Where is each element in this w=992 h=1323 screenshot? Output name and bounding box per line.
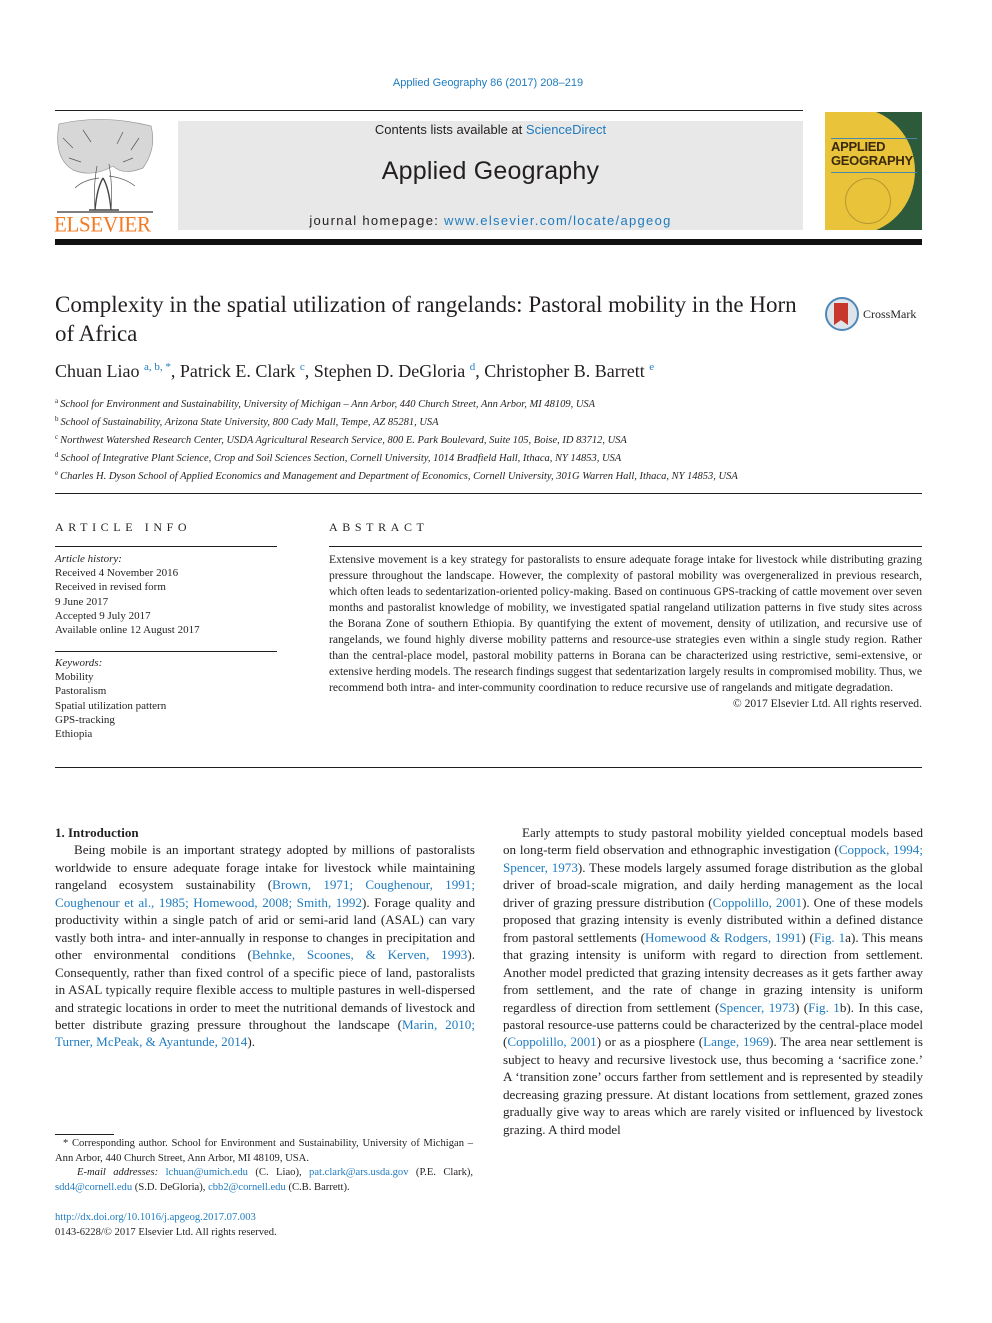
article-history-label: Article history: (55, 553, 122, 565)
keyword-item: GPS-tracking (55, 713, 115, 726)
header-thick-rule (55, 239, 922, 245)
citation-link[interactable]: Marin, 2010; Turner, McPeak, & Ayantunde… (55, 1017, 475, 1049)
homepage-prefix: journal homepage: (309, 213, 445, 228)
email-link[interactable]: cbb2@cornell.edu (208, 1182, 286, 1193)
section-heading-introduction: 1. Introduction (55, 825, 139, 840)
journal-citation-link[interactable]: Applied Geography 86 (2017) 208–219 (0, 77, 976, 89)
crossmark-label: CrossMark (863, 307, 917, 321)
affiliation-item: b School of Sustainability, Arizona State… (55, 415, 439, 428)
corresponding-author-note: * Corresponding author. School for Envir… (55, 1138, 473, 1164)
footnotes: * Corresponding author. School for Envir… (55, 1137, 473, 1195)
citation-link[interactable]: Spencer, 1973 (719, 1000, 795, 1015)
contents-prefix: Contents lists available at (374, 122, 526, 137)
compass-icon (845, 178, 891, 224)
author-name[interactable]: Christopher B. Barrett (484, 361, 644, 381)
affiliation-item: a School for Environment and Sustainabili… (55, 397, 596, 410)
email-addresses: E-mail addresses: lchuan@umich.edu (C. L… (55, 1167, 474, 1193)
history-item: Available online 12 August 2017 (55, 624, 200, 637)
email-link[interactable]: pat.clark@ars.usda.gov (309, 1167, 408, 1178)
citation-link[interactable]: Coppolillo, 2001 (713, 895, 802, 910)
journal-title: Applied Geography (381, 157, 600, 185)
keyword-item: Pastoralism (55, 685, 107, 698)
cover-title: APPLIED GEOGRAPHY (831, 139, 913, 168)
email-link[interactable]: lchuan@umich.edu (166, 1167, 248, 1178)
author-list: Chuan Liao a, b, *, Patrick E. Clark c, … (55, 361, 655, 381)
contents-line: Contents lists available at ScienceDirec… (178, 122, 803, 137)
abstract-heading: ABSTRACT (329, 520, 429, 534)
abstract-body: Extensive movement is a key strategy for… (329, 552, 922, 712)
abstract-bottom-rule (55, 767, 922, 768)
homepage-line: journal homepage: www.elsevier.com/locat… (178, 213, 803, 228)
issn-copyright: 0143-6228/© 2017 Elsevier Ltd. All right… (55, 1226, 277, 1238)
body-column-right: Early attempts to study pastoral mobilit… (503, 824, 923, 1138)
affiliation-item: e Charles H. Dyson School of Applied Econ… (55, 469, 738, 482)
author-affiliation-sup[interactable]: e (649, 361, 654, 373)
paragraph: Being mobile is an important strategy ad… (55, 842, 475, 1050)
article-title: Complexity in the spatial utilization of… (55, 292, 797, 346)
history-item: Received 4 November 2016 (55, 567, 179, 580)
abstract-copyright: © 2017 Elsevier Ltd. All rights reserved… (732, 697, 922, 710)
affiliations: a School for Environment and Sustainabili… (55, 394, 815, 484)
paragraph: Early attempts to study pastoral mobilit… (503, 825, 923, 1137)
sciencedirect-link[interactable]: ScienceDirect (526, 122, 606, 137)
citation-link[interactable]: Homewood & Rodgers, 1991 (645, 930, 801, 945)
doi-block: http://dx.doi.org/10.1016/j.apgeog.2017.… (55, 1211, 277, 1240)
citation-link[interactable]: Fig. 1 (808, 1000, 840, 1015)
crossmark-button[interactable]: CrossMark (825, 297, 925, 337)
keyword-item: Ethiopia (55, 728, 93, 741)
citation-link[interactable]: Brown, 1971; Coughenour, 1991; Coughenou… (55, 877, 475, 909)
journal-cover-image: APPLIED GEOGRAPHY (825, 112, 922, 230)
article-info-rule (55, 546, 277, 547)
abstract-text: Extensive movement is a key strategy for… (329, 553, 922, 694)
keyword-item: Mobility (55, 671, 94, 684)
section-rule (55, 493, 922, 494)
email-link[interactable]: sdd4@cornell.edu (55, 1182, 132, 1193)
citation-link[interactable]: Behnke, Scoones, & Kerven, 1993 (252, 947, 468, 962)
author-name[interactable]: Chuan Liao (55, 361, 139, 381)
history-item: Accepted 9 July 2017 (55, 609, 151, 622)
affiliation-item: d School of Integrative Plant Science, Cr… (55, 451, 622, 464)
journal-masthead: Contents lists available at ScienceDirec… (178, 121, 803, 230)
abstract-rule (329, 546, 922, 547)
citation-link[interactable]: Lange, 1969 (703, 1034, 769, 1049)
keyword-item: Spatial utilization pattern (55, 699, 167, 712)
author-name[interactable]: Stephen D. DeGloria (314, 361, 465, 381)
article-info-heading: ARTICLE INFO (55, 520, 192, 534)
footnote-rule (55, 1134, 114, 1135)
article-history: Article history: Received 4 November 201… (55, 552, 280, 637)
keywords: Keywords: Mobility Pastoralism Spatial u… (55, 656, 280, 741)
history-item: 9 June 2017 (55, 595, 109, 608)
journal-homepage-link[interactable]: www.elsevier.com/locate/apgeog (444, 213, 672, 228)
citation-link[interactable]: Fig. 1 (814, 930, 845, 945)
email-label: E-mail addresses: (77, 1167, 159, 1179)
elsevier-logo-text: ELSEVIER (54, 211, 151, 237)
affiliation-item: c Northwest Watershed Research Center, US… (55, 433, 627, 446)
author-name[interactable]: Patrick E. Clark (180, 361, 295, 381)
keywords-rule (55, 651, 277, 652)
body-column-left: 1. Introduction Being mobile is an impor… (55, 824, 475, 1051)
header-rule (55, 110, 803, 111)
doi-link[interactable]: http://dx.doi.org/10.1016/j.apgeog.2017.… (55, 1212, 256, 1223)
author-affiliation-sup[interactable]: a, b, * (144, 361, 171, 373)
citation-link[interactable]: Coppock, 1994; Spencer, 1973 (503, 842, 923, 874)
keywords-label: Keywords: (55, 657, 103, 669)
history-item: Received in revised form (55, 581, 166, 594)
citation-link[interactable]: Coppolillo, 2001 (507, 1034, 596, 1049)
